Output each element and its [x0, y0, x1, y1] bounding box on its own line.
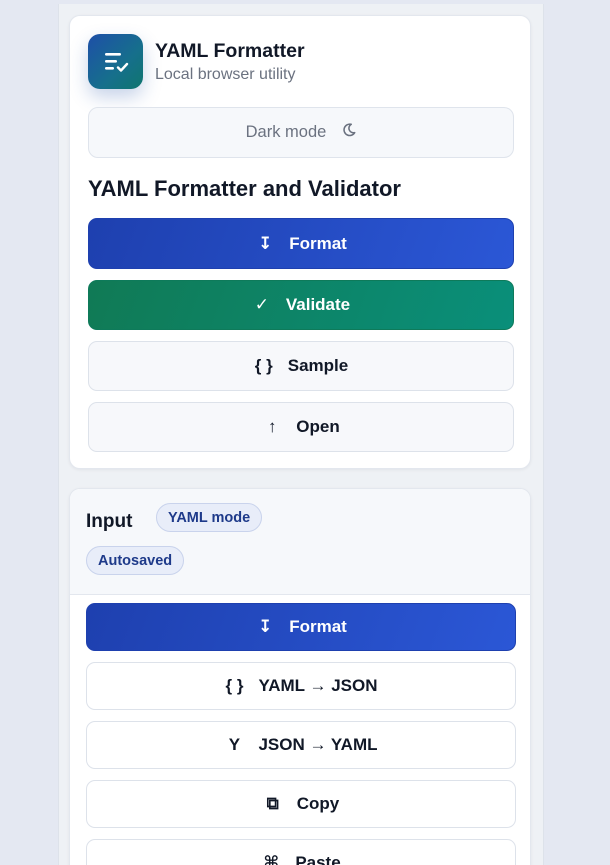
input-format-button[interactable]: ↧ Format: [86, 603, 516, 651]
list-check-icon: [88, 34, 143, 89]
yaml-to-json-button[interactable]: { } YAML → JSON: [86, 662, 516, 710]
braces-icon: { }: [225, 676, 244, 695]
brand-header: YAML Formatter Local browser utility: [88, 34, 508, 90]
json-to-yaml-label: JSON → YAML: [258, 735, 378, 754]
copy-icon: ⧉: [266, 794, 279, 813]
validate-button[interactable]: ✓ Validate: [88, 280, 514, 330]
yaml-to-json-label: YAML → JSON: [258, 676, 378, 695]
paste-button-label: Paste: [295, 853, 341, 865]
app-column: YAML Formatter Local browser utility Dar…: [58, 4, 544, 865]
arrow-down-icon: ↧: [258, 233, 273, 253]
paste-button[interactable]: ⌘ Paste: [86, 839, 516, 865]
validate-button-label: Validate: [285, 295, 351, 314]
open-button-label: Open: [296, 417, 340, 436]
input-label: Input: [86, 511, 133, 532]
copy-button-label: Copy: [296, 794, 340, 813]
sample-button-label: Sample: [287, 356, 349, 375]
app-title: YAML Formatter: [155, 40, 305, 62]
check-icon: ✓: [254, 295, 269, 314]
moon-icon: [342, 123, 356, 142]
app-subtitle: Local browser utility: [155, 66, 296, 83]
copy-button[interactable]: ⧉ Copy: [86, 780, 516, 828]
input-header: Input YAML mode Autosaved: [70, 489, 530, 595]
json-to-yaml-button[interactable]: Y JSON → YAML: [86, 721, 516, 769]
dark-mode-label: Dark mode: [245, 123, 327, 141]
braces-icon: { }: [254, 356, 273, 375]
arrow-down-icon: ↧: [258, 617, 273, 636]
yaml-mode-badge: YAML mode: [156, 503, 263, 532]
autosaved-badge: Autosaved: [86, 546, 185, 575]
toolbar-card: YAML Formatter Local browser utility Dar…: [69, 15, 531, 469]
arrow-up-icon: ↑: [268, 417, 277, 436]
format-button[interactable]: ↧ Format: [88, 218, 514, 269]
input-format-label: Format: [289, 617, 347, 636]
command-icon: ⌘: [263, 853, 280, 865]
tools-title: YAML Formatter and Validator: [88, 176, 401, 201]
sample-button[interactable]: { } Sample: [88, 341, 514, 391]
open-button[interactable]: ↑ Open: [88, 402, 514, 452]
input-card: Input YAML mode Autosaved ↧ Format { } Y…: [69, 488, 531, 865]
dark-mode-toggle[interactable]: Dark mode: [88, 107, 514, 158]
yaml-icon: Y: [228, 735, 241, 754]
format-button-label: Format: [289, 233, 347, 253]
